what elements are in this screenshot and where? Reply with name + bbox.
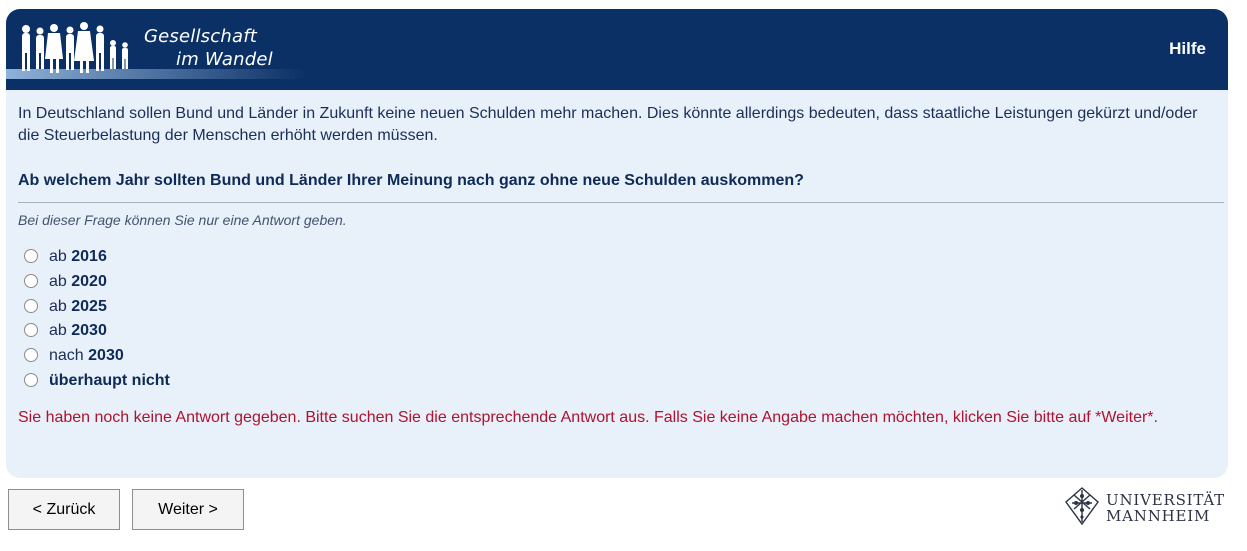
answer-option-label[interactable]: ab 2030 — [49, 319, 107, 343]
option-prefix: ab — [49, 297, 72, 315]
logo-line-2: im Wandel — [176, 49, 273, 70]
logo-wordmark: Gesellschaft im Wandel — [144, 25, 273, 71]
option-prefix: nach — [49, 347, 89, 365]
header-bar: Gesellschaft im Wandel Hilfe — [6, 9, 1228, 90]
answer-instruction: Bei dieser Frage können Sie nur eine Ant… — [18, 212, 347, 228]
university-line-2: MANNHEIM — [1106, 507, 1211, 525]
divider — [18, 202, 1224, 203]
radio-button[interactable] — [24, 323, 38, 338]
option-prefix: ab — [49, 248, 72, 265]
option-value: überhaupt nicht — [49, 371, 170, 389]
help-link[interactable]: Hilfe — [1169, 39, 1206, 59]
option-value: 2016 — [71, 248, 107, 265]
university-wordmark: UNIVERSITÄT MANNHEIM — [1106, 492, 1225, 524]
question-text: Ab welchem Jahr sollten Bund und Länder … — [18, 172, 804, 189]
logo-line-1: Gesellschaft — [144, 26, 257, 47]
answer-option-label[interactable]: nach 2030 — [49, 344, 124, 368]
next-button[interactable]: Weiter > — [132, 489, 244, 530]
option-value: 2020 — [71, 272, 107, 290]
university-line-1: UNIVERSITÄT — [1106, 491, 1225, 509]
survey-panel: Gesellschaft im Wandel Hilfe In Deutschl… — [6, 9, 1228, 478]
people-silhouette-icon — [22, 22, 128, 73]
option-value: 2030 — [88, 347, 124, 365]
answer-option-label[interactable]: überhaupt nicht — [49, 369, 170, 393]
answer-option-label[interactable]: ab 2020 — [49, 270, 107, 294]
radio-button[interactable] — [24, 372, 38, 387]
option-value: 2030 — [71, 322, 107, 340]
answer-option-label[interactable]: ab 2025 — [49, 295, 107, 319]
radio-button[interactable] — [24, 298, 38, 313]
university-logo: UNIVERSITÄT MANNHEIM — [1062, 484, 1230, 530]
answer-option-label[interactable]: ab 2016 — [49, 245, 107, 269]
error-message: Sie haben noch keine Antwort gegeben. Bi… — [18, 409, 1158, 426]
radio-button[interactable] — [24, 249, 38, 263]
radio-button[interactable] — [24, 273, 38, 288]
option-prefix: ab — [49, 322, 72, 340]
option-value: 2025 — [71, 297, 107, 315]
intro-text: In Deutschland sollen Bund und Länder in… — [18, 105, 1198, 144]
university-crest-icon — [1065, 487, 1099, 526]
back-button[interactable]: < Zurück — [8, 489, 120, 530]
option-prefix: ab — [49, 272, 72, 290]
radio-button[interactable] — [24, 348, 38, 363]
